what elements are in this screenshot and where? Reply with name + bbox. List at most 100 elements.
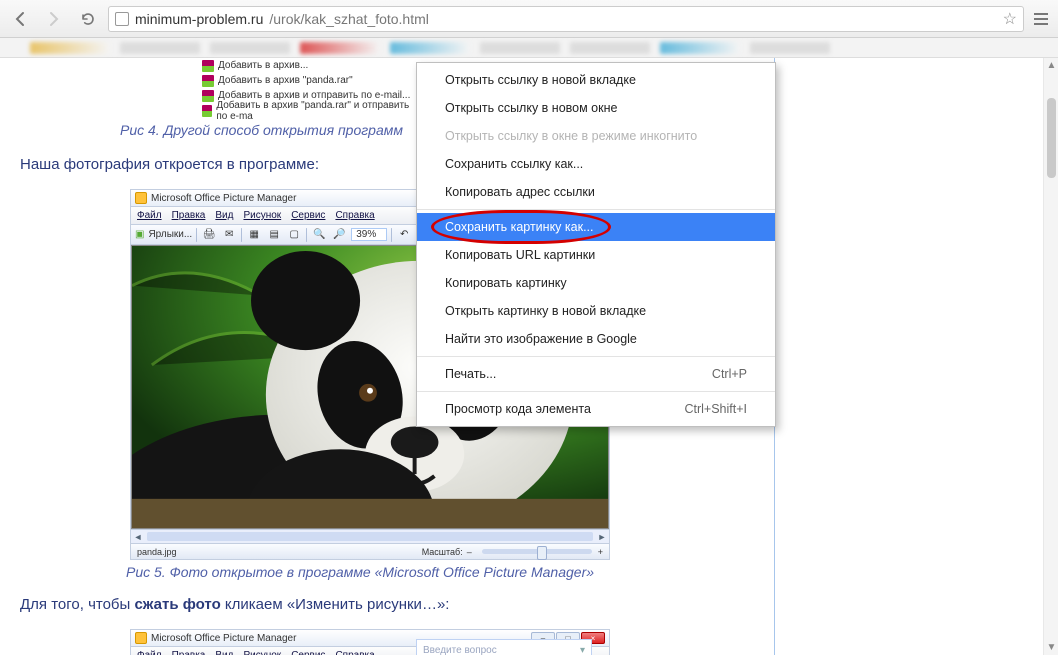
menu-item-label: Открыть ссылку в окне в режиме инкогнито	[445, 129, 697, 143]
ctx-item-label: Добавить в архив "panda.rar" и отправить…	[216, 100, 416, 122]
bookmark-star-icon[interactable]: ☆	[1003, 9, 1017, 29]
menu-item-label: Сохранить ссылку как...	[445, 157, 583, 171]
url-path: /urok/kak_szhat_foto.html	[269, 11, 429, 27]
help-search-box: Введите вопрос ▾	[416, 639, 592, 655]
menu-item-label: Открыть картинку в новой вкладке	[445, 304, 646, 318]
menu-view: Вид	[215, 210, 233, 221]
scrollbar-thumb[interactable]	[1047, 98, 1056, 178]
archive-icon	[202, 105, 212, 117]
page-content: Добавить в архив... Добавить в архив "pa…	[0, 58, 1043, 655]
text: Для того, чтобы	[20, 596, 134, 613]
context-menu-item[interactable]: Сохранить ссылку как...	[417, 150, 775, 178]
status-bar: panda.jpg Масштаб: – +	[130, 544, 610, 560]
menu-view: Вид	[215, 650, 233, 655]
menu-item-label: Просмотр кода элемента	[445, 402, 591, 416]
menu-picture: Рисунок	[243, 650, 281, 655]
menu-item-label: Найти это изображение в Google	[445, 332, 637, 346]
menu-picture: Рисунок	[243, 210, 281, 221]
context-menu-item: Открыть ссылку в окне в режиме инкогнито	[417, 122, 775, 150]
toolbar-icon: 🖨	[201, 227, 217, 243]
menu-tools: Сервис	[291, 210, 325, 221]
browser-toolbar: minimum-problem.ru/urok/kak_szhat_foto.h…	[0, 0, 1058, 38]
archive-icon	[202, 75, 214, 87]
ctx-item-label: Добавить в архив "panda.rar"	[218, 75, 353, 86]
archive-icon	[202, 90, 214, 102]
list-item: Добавить в архив "panda.rar" и отправить…	[198, 103, 416, 118]
paragraph: Для того, чтобы сжать фото кликаем «Изме…	[20, 596, 1023, 613]
menu-item-label: Копировать адрес ссылки	[445, 185, 595, 199]
scroll-down-arrow[interactable]: ▼	[1044, 640, 1058, 655]
menu-separator	[417, 391, 775, 392]
menu-help: Справка	[335, 650, 374, 655]
bookmark-item[interactable]	[570, 42, 650, 54]
bookmark-item[interactable]	[480, 42, 560, 54]
toolbar-icon: 🔍	[311, 227, 327, 243]
url-host: minimum-problem.ru	[135, 11, 263, 27]
menu-item-shortcut: Ctrl+Shift+I	[684, 402, 747, 416]
context-menu-item[interactable]: Открыть ссылку в новой вкладке	[417, 66, 775, 94]
menu-item-label: Копировать картинку	[445, 276, 567, 290]
menu-edit: Правка	[172, 210, 206, 221]
figure-caption-5: Рис 5. Фото открытое в программе «Micros…	[80, 564, 640, 580]
viewport: Добавить в архив... Добавить в архив "pa…	[0, 58, 1058, 655]
page-scrollbar[interactable]: ▲ ▼	[1043, 58, 1058, 655]
context-menu-item[interactable]: Копировать адрес ссылки	[417, 178, 775, 206]
context-menu-item[interactable]: Копировать картинку	[417, 269, 775, 297]
app-icon	[135, 192, 147, 204]
shortcuts-label: Ярлыки...	[148, 229, 192, 240]
text-bold: сжать фото	[134, 596, 220, 613]
menu-file: Файл	[137, 650, 162, 655]
menu-item-label: Открыть ссылку в новой вкладке	[445, 73, 636, 87]
menu-file: Файл	[137, 210, 162, 221]
menu-help: Справка	[335, 210, 374, 221]
zoom-slider	[482, 549, 592, 554]
list-item: Добавить в архив...	[198, 58, 416, 73]
status-filename: panda.jpg	[137, 547, 177, 557]
menu-separator	[417, 209, 775, 210]
toolbar-icon: ▦	[246, 227, 262, 243]
context-menu-item[interactable]: Печать... Ctrl+P	[417, 360, 775, 388]
menu-tools: Сервис	[291, 650, 325, 655]
menu-item-label: Копировать URL картинки	[445, 248, 595, 262]
forward-button[interactable]	[40, 5, 68, 33]
back-button[interactable]	[6, 5, 34, 33]
bookmark-item[interactable]	[210, 42, 290, 54]
chrome-menu-button[interactable]	[1030, 6, 1052, 32]
toolbar-icon: ▢	[286, 227, 302, 243]
scroll-up-arrow[interactable]: ▲	[1044, 58, 1058, 73]
embedded-picture-manager-window-2: Microsoft Office Picture Manager – □ × Ф…	[130, 629, 610, 655]
bookmark-item[interactable]	[660, 42, 740, 54]
bookmark-item[interactable]	[300, 42, 380, 54]
reload-button[interactable]	[74, 5, 102, 33]
bookmark-item[interactable]	[390, 42, 470, 54]
ctx-item-label: Добавить в архив...	[218, 60, 308, 71]
list-item: Добавить в архив "panda.rar"	[198, 73, 416, 88]
dropdown-arrow-icon: ▾	[580, 645, 585, 655]
context-menu-item[interactable]: Сохранить картинку как...	[417, 213, 775, 241]
menu-item-shortcut: Ctrl+P	[712, 367, 747, 381]
menu-separator	[417, 356, 775, 357]
toolbar-icon: ↶	[396, 227, 412, 243]
placeholder-text: Введите вопрос	[423, 645, 497, 655]
toolbar-icon: ✉	[221, 227, 237, 243]
menu-item-label: Печать...	[445, 367, 496, 381]
context-menu-item[interactable]: Открыть ссылку в новом окне	[417, 94, 775, 122]
context-menu-item[interactable]: Копировать URL картинки	[417, 241, 775, 269]
menu-edit: Правка	[172, 650, 206, 655]
toolbar-icon: ▤	[266, 227, 282, 243]
window-title: Microsoft Office Picture Manager	[151, 193, 296, 204]
context-menu-item[interactable]: Открыть картинку в новой вкладке	[417, 297, 775, 325]
app-icon	[135, 632, 147, 644]
browser-context-menu[interactable]: Открыть ссылку в новой вкладке Открыть сс…	[416, 62, 776, 427]
address-bar[interactable]: minimum-problem.ru/urok/kak_szhat_foto.h…	[108, 6, 1024, 32]
text: кликаем «Изменить рисунки…»:	[221, 596, 450, 613]
bookmark-item[interactable]	[750, 42, 830, 54]
bookmark-item[interactable]	[120, 42, 200, 54]
window-title: Microsoft Office Picture Manager	[151, 633, 296, 644]
context-menu-item[interactable]: Найти это изображение в Google	[417, 325, 775, 353]
context-menu-item[interactable]: Просмотр кода элемента Ctrl+Shift+I	[417, 395, 775, 423]
status-scale-label: Масштаб:	[422, 547, 463, 557]
bookmark-item[interactable]	[30, 42, 110, 54]
horizontal-scrollbar: ◄►	[130, 530, 610, 544]
toolbar-icon: 🔎	[331, 227, 347, 243]
